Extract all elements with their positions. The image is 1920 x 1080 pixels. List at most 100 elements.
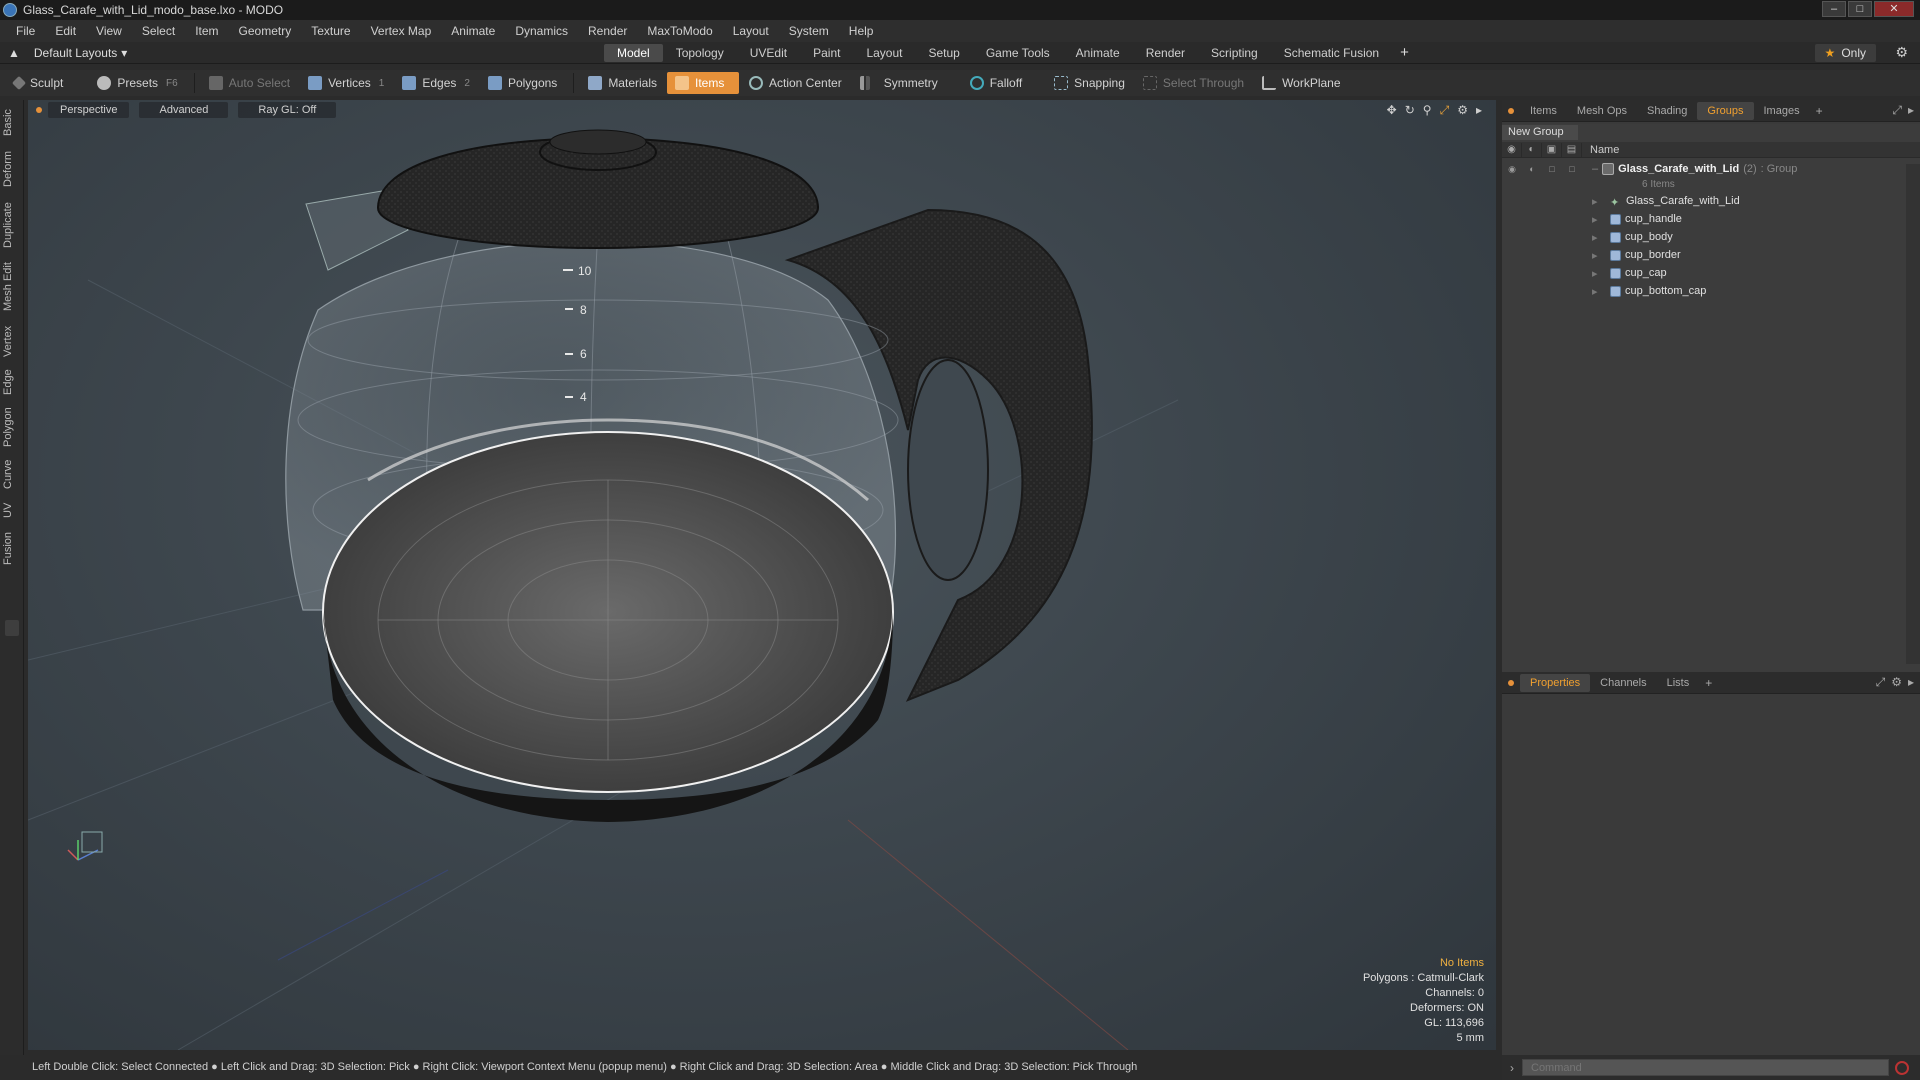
new-group-button[interactable]: New Group: [1502, 124, 1578, 140]
rotate-view-icon[interactable]: ↻: [1405, 103, 1415, 118]
render-column-icon[interactable]: ◐: [1522, 142, 1542, 157]
vtab-duplicate[interactable]: Duplicate: [2, 198, 22, 252]
minimize-button[interactable]: –: [1822, 1, 1846, 17]
tab-topology[interactable]: Topology: [663, 44, 737, 62]
panel-arrow-icon[interactable]: ▸: [1908, 675, 1914, 690]
add-panel-tab-button[interactable]: +: [1810, 104, 1829, 118]
close-button[interactable]: ✕: [1874, 1, 1914, 17]
menu-help[interactable]: Help: [839, 20, 884, 42]
layout-dropdown[interactable]: ▲ Default Layouts ▾: [8, 46, 127, 60]
visibility-toggle-icon[interactable]: ◉: [1502, 161, 1522, 177]
expand-arrow-icon[interactable]: ▸: [1592, 249, 1610, 262]
maximize-button[interactable]: □: [1848, 1, 1872, 17]
visibility-column-icon[interactable]: ◉: [1502, 142, 1522, 157]
maximize-view-icon[interactable]: ⤢: [1440, 103, 1450, 118]
shading-mode-button[interactable]: Advanced: [139, 102, 229, 118]
expand-arrow-icon[interactable]: ▸: [1592, 195, 1610, 208]
tree-child-row[interactable]: ▸ ✦ Glass_Carafe_with_Lid: [1502, 192, 1920, 210]
menu-layout[interactable]: Layout: [723, 20, 779, 42]
symmetry-button[interactable]: Symmetry: [852, 72, 946, 94]
presets-button[interactable]: Presets F6: [89, 72, 185, 94]
snapping-button[interactable]: Snapping: [1046, 72, 1133, 94]
only-toggle[interactable]: ★ Only: [1814, 44, 1876, 62]
edges-button[interactable]: Edges 2: [394, 72, 478, 94]
panel-menu-dot[interactable]: [1508, 107, 1514, 114]
tab-schematic-fusion[interactable]: Schematic Fusion: [1271, 44, 1392, 62]
menu-select[interactable]: Select: [132, 20, 185, 42]
select-through-button[interactable]: Select Through: [1135, 72, 1252, 94]
expand-arrow-icon[interactable]: ▸: [1592, 285, 1610, 298]
vtab-basic[interactable]: Basic: [2, 106, 22, 140]
add-panel-tab-button[interactable]: +: [1699, 676, 1718, 690]
sculpt-button[interactable]: Sculpt: [6, 72, 71, 94]
move-view-icon[interactable]: ✥: [1387, 103, 1397, 118]
tab-paint[interactable]: Paint: [800, 44, 853, 62]
menu-dynamics[interactable]: Dynamics: [505, 20, 578, 42]
menu-item[interactable]: Item: [185, 20, 228, 42]
menu-vertex-map[interactable]: Vertex Map: [361, 20, 442, 42]
action-center-button[interactable]: Action Center: [741, 72, 850, 94]
tab-shading[interactable]: Shading: [1637, 102, 1697, 120]
command-history-arrow-icon[interactable]: ›: [1510, 1061, 1514, 1075]
3d-viewport[interactable]: 10 8 6 4 Perspective Advanced Ray GL: Of…: [28, 100, 1496, 1050]
viewport-settings-icon[interactable]: ⚙: [1457, 103, 1468, 118]
vtab-curve[interactable]: Curve: [2, 456, 22, 492]
view-mode-button[interactable]: Perspective: [48, 102, 130, 118]
gear-icon[interactable]: ⚙: [1895, 44, 1908, 61]
raygl-toggle[interactable]: Ray GL: Off: [238, 102, 337, 118]
tree-child-row[interactable]: ▸ cup_cap: [1502, 264, 1920, 282]
expand-panel-icon[interactable]: ⤢: [1876, 675, 1886, 690]
tab-render[interactable]: Render: [1133, 44, 1198, 62]
tab-groups[interactable]: Groups: [1697, 101, 1754, 120]
command-input[interactable]: [1522, 1059, 1889, 1076]
zoom-view-icon[interactable]: ⚲: [1423, 103, 1432, 118]
viewport-expand-icon[interactable]: ▸: [1476, 103, 1482, 118]
vtab-deform[interactable]: Deform: [2, 148, 22, 190]
menu-file[interactable]: File: [6, 20, 45, 42]
menu-texture[interactable]: Texture: [301, 20, 360, 42]
vtab-edge[interactable]: Edge: [2, 366, 22, 398]
expand-arrow-icon[interactable]: ▸: [1592, 231, 1610, 244]
tab-options-button[interactable]: [5, 620, 19, 636]
menu-maxtomodo[interactable]: MaxToModo: [637, 20, 722, 42]
tab-animate[interactable]: Animate: [1063, 44, 1133, 62]
expand-arrow-icon[interactable]: ▸: [1592, 213, 1610, 226]
tab-model[interactable]: Model: [604, 44, 663, 62]
tree-scrollbar[interactable]: [1906, 164, 1920, 664]
tree-child-row[interactable]: ▸ cup_border: [1502, 246, 1920, 264]
vtab-fusion[interactable]: Fusion: [2, 528, 22, 568]
workplane-button[interactable]: WorkPlane: [1254, 72, 1348, 94]
tab-game-tools[interactable]: Game Tools: [973, 44, 1063, 62]
tab-lists[interactable]: Lists: [1657, 674, 1700, 692]
tree-child-row[interactable]: ▸ cup_body: [1502, 228, 1920, 246]
expand-arrow-icon[interactable]: ▸: [1592, 267, 1610, 280]
group-row[interactable]: ◉ ◐ □ □ – Glass_Carafe_with_Lid (2) : Gr…: [1502, 160, 1920, 178]
vtab-polygon[interactable]: Polygon: [2, 404, 22, 450]
vtab-mesh-edit[interactable]: Mesh Edit: [2, 260, 22, 314]
materials-button[interactable]: Materials: [580, 72, 665, 94]
menu-edit[interactable]: Edit: [45, 20, 86, 42]
viewport-menu-dot[interactable]: [36, 107, 42, 113]
name-column-header[interactable]: Name: [1582, 144, 1619, 156]
render-toggle-icon[interactable]: ◐: [1522, 161, 1542, 177]
panel-menu-dot[interactable]: [1508, 679, 1514, 686]
tab-layout[interactable]: Layout: [853, 44, 915, 62]
menu-system[interactable]: System: [779, 20, 839, 42]
falloff-button[interactable]: Falloff: [962, 72, 1030, 94]
vtab-uv[interactable]: UV: [2, 498, 22, 522]
vertices-button[interactable]: Vertices 1: [300, 72, 392, 94]
lock-toggle-icon[interactable]: □: [1542, 161, 1562, 177]
items-button[interactable]: Items: [667, 72, 739, 94]
tab-images[interactable]: Images: [1754, 102, 1810, 120]
tab-channels[interactable]: Channels: [1590, 674, 1656, 692]
tree-child-row[interactable]: ▸ cup_handle: [1502, 210, 1920, 228]
add-tab-button[interactable]: +: [1392, 44, 1417, 62]
collapse-arrow-icon[interactable]: –: [1592, 163, 1598, 175]
tab-properties[interactable]: Properties: [1520, 673, 1591, 692]
record-icon[interactable]: [1895, 1060, 1909, 1075]
tab-setup[interactable]: Setup: [915, 44, 972, 62]
menu-animate[interactable]: Animate: [441, 20, 505, 42]
polygons-button[interactable]: Polygons: [480, 72, 565, 94]
tab-items[interactable]: Items: [1520, 102, 1567, 120]
select-column-icon[interactable]: ▤: [1562, 142, 1582, 157]
